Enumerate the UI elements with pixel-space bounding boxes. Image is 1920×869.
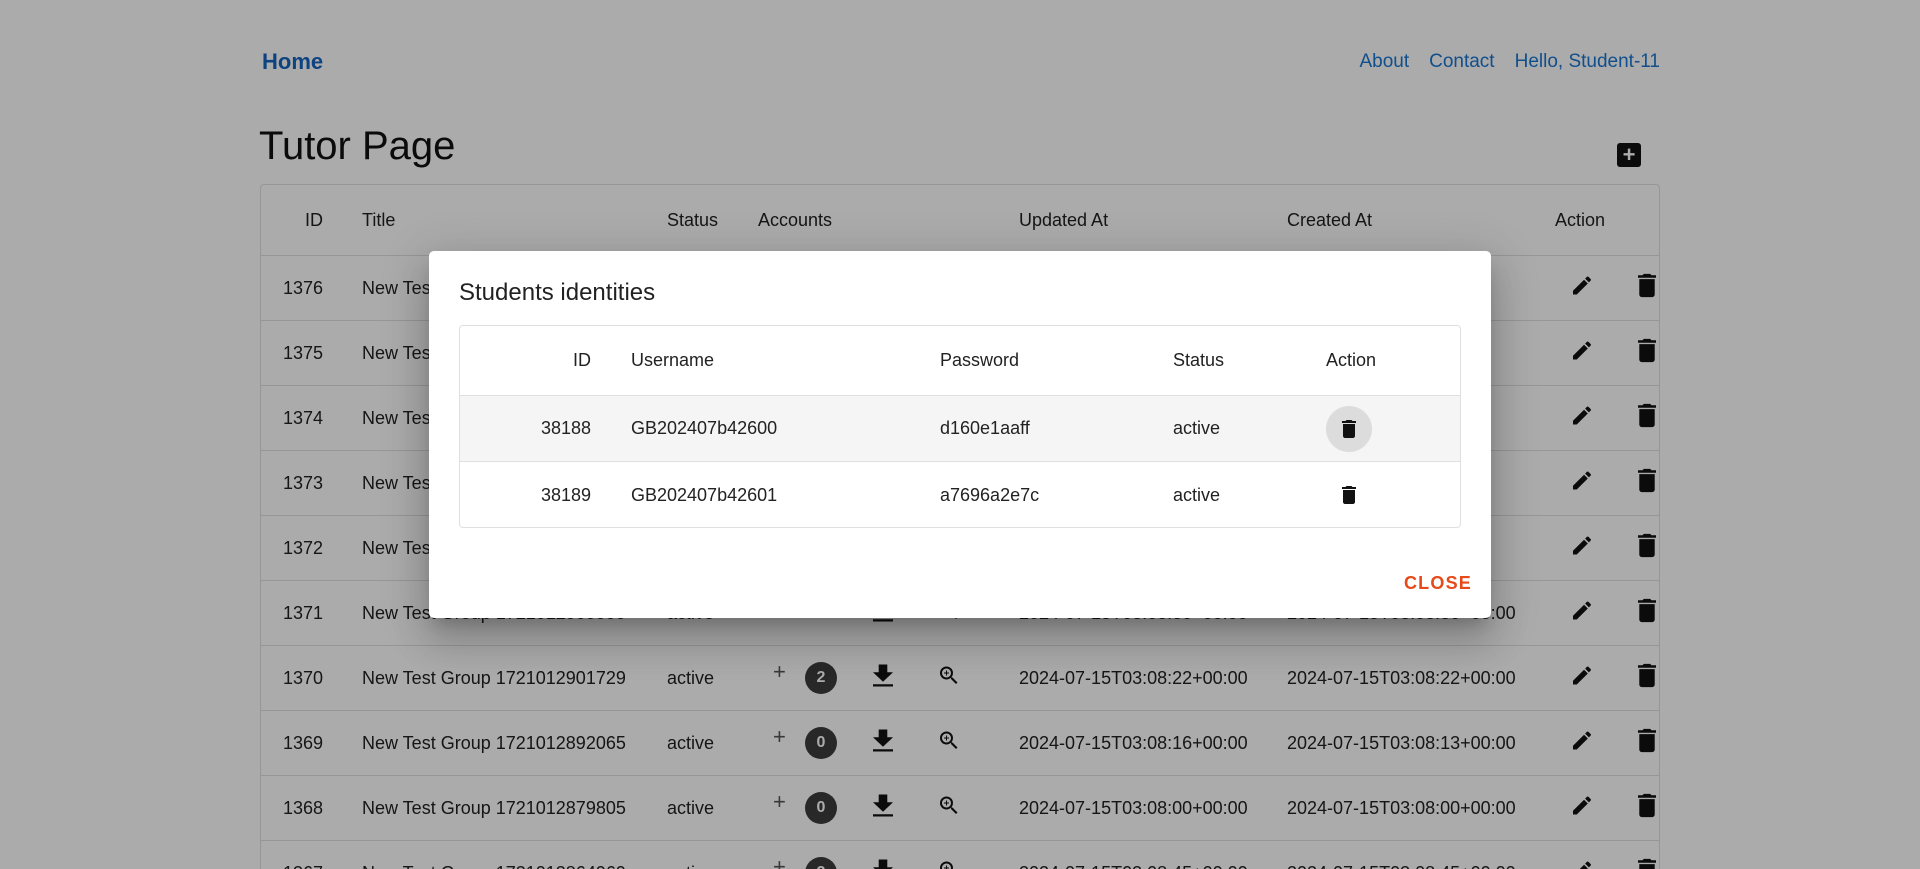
identity-password: d160e1aaff: [940, 418, 1030, 438]
identity-id: 38188: [540, 418, 591, 438]
trash-icon: [1342, 486, 1356, 504]
identity-status: active: [1173, 418, 1221, 438]
col-header-status: Status: [1173, 350, 1225, 370]
col-header-password: Password: [940, 350, 1020, 370]
col-header-username: Username: [631, 350, 715, 370]
identities-table: ID Username Password Status Action 38188…: [459, 325, 1461, 528]
identity-username: GB202407b42601: [631, 484, 778, 505]
trash-icon: [1342, 419, 1356, 438]
identity-password: a7696a2e7c: [940, 484, 1040, 505]
identity-id: 38189: [540, 484, 591, 505]
delete-identity-button[interactable]: [1326, 405, 1372, 452]
delete-identity-button[interactable]: [1326, 472, 1372, 518]
identities-header: ID Username Password Status Action: [460, 326, 1460, 396]
dialog-title: Students identities: [459, 279, 656, 306]
col-header-action: Action: [1326, 350, 1377, 370]
identity-row: 38188 GB202407b42600 d160e1aaff active: [460, 396, 1460, 462]
identity-row: 38189 GB202407b42601 a7696a2e7c active: [460, 462, 1460, 527]
col-header-id: ID: [573, 350, 591, 370]
close-button[interactable]: CLOSE: [1404, 573, 1472, 594]
identity-status: active: [1173, 484, 1221, 505]
students-identities-dialog: Students identities ID Username Password…: [429, 251, 1491, 618]
identity-username: GB202407b42600: [631, 418, 778, 438]
